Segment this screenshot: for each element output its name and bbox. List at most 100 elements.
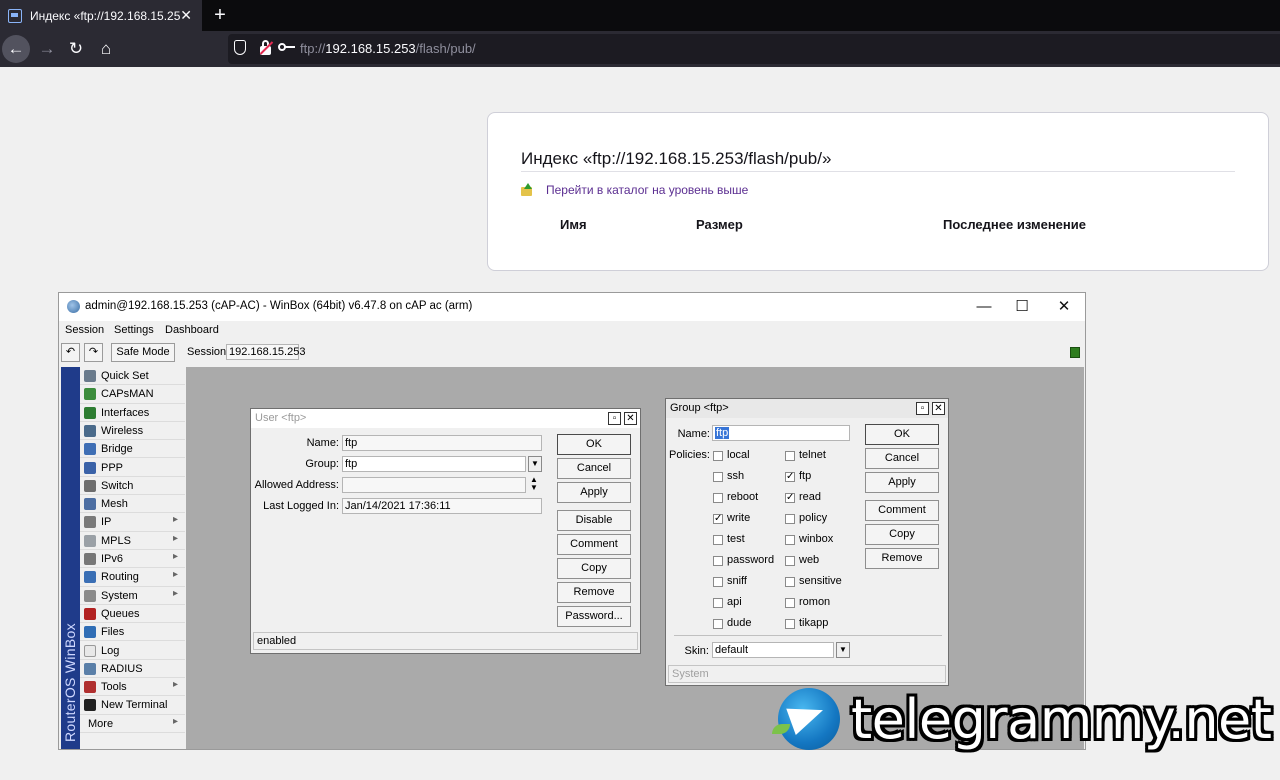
group-dropdown-icon[interactable]: ▼ [528, 456, 542, 472]
sidebar-item-ppp[interactable]: PPP [80, 459, 185, 477]
policy-checkbox-ssh[interactable] [713, 472, 723, 482]
policy-checkbox-telnet[interactable] [785, 451, 795, 461]
sidebar-item-mpls[interactable]: MPLS ▸ [80, 532, 185, 550]
ok-button[interactable]: OK [557, 434, 631, 455]
sidebar-item-quick-set[interactable]: Quick Set [80, 367, 185, 386]
sidebar-item-routing[interactable]: Routing ▸ [80, 568, 185, 587]
group-dialog-close-icon[interactable]: ✕ [932, 402, 945, 415]
sidebar-item-queues[interactable]: Queues [80, 605, 185, 624]
skin-dropdown-icon[interactable]: ▼ [836, 642, 850, 658]
user-group-field[interactable]: ftp [342, 456, 526, 472]
sidebar-item-radius[interactable]: RADIUS [80, 660, 185, 679]
allowed-address-spinner-icon[interactable]: ▲ ▼ [530, 476, 538, 492]
remove-button[interactable]: Remove [557, 582, 631, 603]
group-comment-button[interactable]: Comment [865, 500, 939, 521]
policy-checkbox-test[interactable] [713, 535, 723, 545]
policy-checkbox-dude[interactable] [713, 619, 723, 629]
policy-checkbox-reboot[interactable] [713, 493, 723, 503]
sidebar-item-more[interactable]: More ▸ [80, 715, 185, 733]
close-icon[interactable]: ✕ [1049, 296, 1079, 318]
key-icon[interactable] [278, 42, 296, 52]
home-button[interactable]: ⌂ [92, 35, 120, 63]
session-label: Session: [187, 346, 230, 358]
policy-checkbox-read[interactable]: ✓ [785, 493, 795, 503]
skin-field[interactable]: default [712, 642, 834, 658]
sidebar-item-system[interactable]: System ▸ [80, 587, 185, 605]
group-name-field[interactable]: ftp [712, 425, 850, 441]
safe-mode-button[interactable]: Safe Mode [111, 343, 175, 362]
column-header-name[interactable]: Имя [560, 217, 587, 232]
parent-directory-link[interactable]: Перейти в каталог на уровень выше [546, 183, 748, 197]
apply-button[interactable]: Apply [557, 482, 631, 503]
user-dialog-title[interactable]: User <ftp> [251, 409, 640, 428]
menu-settings[interactable]: Settings [114, 324, 154, 336]
user-name-field[interactable]: ftp [342, 435, 542, 451]
copy-button[interactable]: Copy [557, 558, 631, 579]
policy-checkbox-sniff[interactable] [713, 577, 723, 587]
group-remove-button[interactable]: Remove [865, 548, 939, 569]
minimize-icon[interactable]: — [969, 296, 999, 318]
policy-checkbox-winbox[interactable] [785, 535, 795, 545]
group-cancel-button[interactable]: Cancel [865, 448, 939, 469]
insecure-connection-icon[interactable] [259, 40, 274, 56]
mpls-icon [84, 534, 96, 547]
winbox-titlebar[interactable]: admin@192.168.15.253 (cAP-AC) - WinBox (… [59, 293, 1085, 321]
policy-checkbox-romon[interactable] [785, 598, 795, 608]
tracking-protection-icon[interactable] [234, 40, 246, 55]
policy-checkbox-sensitive[interactable] [785, 577, 795, 587]
menu-dashboard[interactable]: Dashboard [165, 324, 219, 336]
undo-icon[interactable]: ↶ [61, 343, 80, 362]
group-dialog-restore-icon[interactable]: ▫ [916, 402, 929, 415]
sidebar-item-mesh[interactable]: Mesh [80, 495, 185, 514]
allowed-address-field[interactable] [342, 477, 526, 493]
redo-icon[interactable]: ↷ [84, 343, 103, 362]
sidebar-item-interfaces[interactable]: Interfaces [80, 404, 185, 422]
disable-button[interactable]: Disable [557, 510, 631, 531]
policy-checkbox-policy[interactable] [785, 514, 795, 524]
sidebar-item-tools[interactable]: Tools ▸ [80, 678, 185, 697]
policy-checkbox-local[interactable] [713, 451, 723, 461]
policy-label-romon: romon [799, 596, 831, 608]
policy-checkbox-ftp[interactable]: ✓ [785, 472, 795, 482]
menu-session[interactable]: Session [65, 324, 104, 336]
sidebar-item-wireless[interactable]: Wireless [80, 422, 185, 441]
sidebar-item-label: Bridge [101, 443, 133, 456]
browser-tab[interactable]: Индекс «ftp://192.168.15.253/flash/pub/»… [0, 0, 202, 31]
policy-checkbox-write[interactable]: ✓ [713, 514, 723, 524]
close-tab-icon[interactable]: ✕ [180, 7, 192, 24]
sidebar-item-new-terminal[interactable]: New Terminal [80, 696, 185, 715]
policy-checkbox-password[interactable] [713, 556, 723, 566]
group-copy-button[interactable]: Copy [865, 524, 939, 545]
tab-bar: Индекс «ftp://192.168.15.253/flash/pub/»… [0, 0, 1280, 31]
parent-folder-icon[interactable] [521, 183, 532, 196]
forward-button[interactable]: → [33, 35, 61, 63]
sidebar-item-ipv6[interactable]: IPv6 ▸ [80, 550, 185, 569]
group-ok-button[interactable]: OK [865, 424, 939, 445]
policy-checkbox-api[interactable] [713, 598, 723, 608]
sidebar-item-switch[interactable]: Switch [80, 477, 185, 496]
policy-checkbox-web[interactable] [785, 556, 795, 566]
comment-button[interactable]: Comment [557, 534, 631, 555]
back-button[interactable]: ← [2, 35, 30, 63]
cancel-button[interactable]: Cancel [557, 458, 631, 479]
sidebar-item-log[interactable]: Log [80, 642, 185, 660]
sidebar-item-bridge[interactable]: Bridge [80, 440, 185, 459]
column-header-size[interactable]: Размер [696, 217, 743, 232]
group-apply-button[interactable]: Apply [865, 472, 939, 493]
sidebar-item-files[interactable]: Files [80, 623, 185, 642]
password-button[interactable]: Password... [557, 606, 631, 627]
address-bar[interactable]: ftp://192.168.15.253/flash/pub/ [228, 34, 1280, 64]
new-tab-button[interactable]: + [210, 3, 230, 27]
sidebar-item-capsman[interactable]: CAPsMAN [80, 385, 185, 404]
maximize-icon[interactable]: ☐ [1007, 296, 1037, 318]
user-dialog-restore-icon[interactable]: ▫ [608, 412, 621, 425]
policy-checkbox-tikapp[interactable] [785, 619, 795, 629]
policy-label-reboot: reboot [727, 491, 759, 503]
sidebar-item-ip[interactable]: IP ▸ [80, 513, 185, 532]
group-dialog: Group <ftp> ▫ ✕ Name: ftp Policies: loca… [665, 398, 949, 686]
group-dialog-title[interactable]: Group <ftp> [666, 399, 948, 418]
user-dialog-close-icon[interactable]: ✕ [624, 412, 637, 425]
url-text[interactable]: ftp://192.168.15.253/flash/pub/ [300, 41, 476, 56]
column-header-modified[interactable]: Последнее изменение [943, 217, 1086, 232]
reload-button[interactable]: ↻ [62, 35, 90, 63]
